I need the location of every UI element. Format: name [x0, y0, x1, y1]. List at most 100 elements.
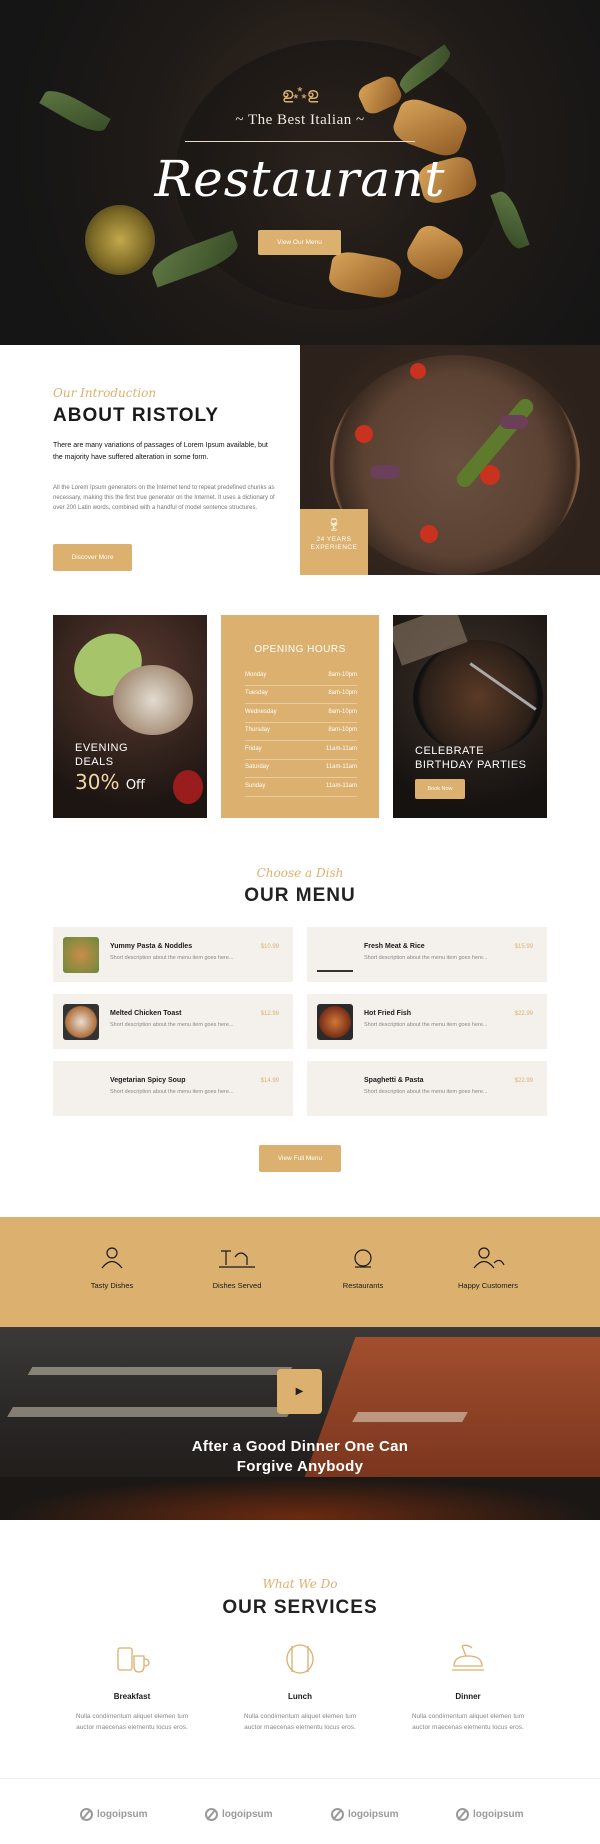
services-title: OUR SERVICES	[222, 1597, 378, 1618]
discover-more-button[interactable]: Discover More	[53, 544, 132, 571]
video-quote: After a Good Dinner One Can Forgive Anyb…	[0, 1437, 600, 1477]
service-description: Nulla condimentum aliquet elemen tum auct…	[225, 1711, 375, 1733]
menu-item-price: $14.99	[260, 1078, 279, 1084]
stat-dishes-served: Dishes Served	[177, 1247, 297, 1290]
about-title: ABOUT RISTOLY	[53, 405, 220, 426]
stat-label: Happy Customers	[457, 1281, 519, 1290]
logo-text: logoipsum	[222, 1809, 273, 1821]
menu-item-description: Short description about the menu item go…	[364, 1022, 488, 1028]
service-title: Breakfast	[113, 1692, 151, 1701]
hours-time: 8am-10pm	[328, 727, 357, 733]
opening-hours-card: OPENING HOURS Monday 8am-10pm Tuesday 8am-…	[221, 615, 379, 818]
mushroom-pan-image	[413, 640, 543, 755]
evening-deals-card[interactable]: EVENING DEALS 30% Off	[53, 615, 207, 818]
hours-time: 8am-10pm	[328, 672, 357, 678]
play-video-button[interactable]: ▶	[277, 1369, 322, 1414]
view-full-menu-button[interactable]: View Full Menu	[259, 1145, 341, 1172]
service-description-line1: Nulla condimentum aliquet elemen tum	[75, 1713, 189, 1720]
strawberry-image	[173, 770, 203, 804]
menu-item-name: Melted Chicken Toast	[110, 1010, 182, 1017]
discount-suffix: Off	[125, 778, 146, 793]
about-intro-label: Our Introduction	[53, 386, 157, 400]
stat-label: Tasty Dishes	[90, 1281, 134, 1290]
experience-badge: 🍷︎ 24 YEARS EXPERIENCE	[300, 509, 368, 575]
herb-image	[39, 83, 111, 139]
menu-item-name: Yummy Pasta & Noddles	[110, 943, 193, 950]
discount-value: 30%	[75, 770, 120, 794]
hours-row: Tuesday 8am-10pm	[245, 686, 357, 704]
book-now-button[interactable]: Book Now	[415, 779, 465, 799]
menu-item[interactable]: Vegetarian Spicy Soup $14.99 Short descr…	[53, 1061, 293, 1116]
dinner-icon	[452, 1644, 484, 1671]
menu-item-description: Short description about the menu item go…	[110, 955, 234, 961]
tomato-image	[420, 525, 438, 543]
stat-restaurants: Restaurants	[303, 1247, 423, 1290]
menu-item-price: $15.99	[514, 944, 533, 950]
hours-row: Wednesday 8am-10pm	[245, 705, 357, 723]
service-title: Lunch	[288, 1692, 312, 1701]
hours-day: Saturday	[245, 764, 270, 770]
menu-item-price: $22.99	[514, 1011, 533, 1017]
tray-image	[27, 1367, 293, 1375]
hours-time: 11am-11am	[325, 783, 357, 789]
hours-day: Wednesday	[245, 709, 277, 715]
tomato-image	[410, 363, 426, 379]
hours-day: Tuesday	[245, 690, 268, 696]
partner-logo[interactable]: logoipsum	[205, 1808, 273, 1824]
stat-label: Dishes Served	[212, 1281, 262, 1290]
stat-label: Restaurants	[342, 1281, 384, 1290]
cloche-icon	[354, 1249, 372, 1268]
service-description-line2: auctor maecenas elementu locus eros.	[244, 1724, 356, 1731]
partner-logo[interactable]: logoipsum	[331, 1808, 399, 1824]
hours-row: Saturday 11am-11am	[245, 760, 357, 778]
service-description: Nulla condimentum aliquet elemen tum auct…	[57, 1711, 207, 1733]
menu-item[interactable]: Spaghetti & Pasta $22.99 Short descripti…	[307, 1061, 547, 1116]
service-breakfast: Breakfast Nulla condimentum aliquet elem…	[57, 1642, 207, 1733]
logo-icon	[331, 1808, 344, 1821]
chef-icon	[101, 1247, 123, 1269]
dishes-icon	[219, 1250, 255, 1268]
olive-oil-bowl-image	[85, 205, 155, 275]
video-section: ▶ After a Good Dinner One Can Forgive An…	[0, 1327, 600, 1520]
hero-subtitle: ~ The Best Italian ~	[235, 112, 365, 128]
stats-bar: Tasty Dishes Dishes Served Restaurants H…	[0, 1217, 600, 1327]
menu-item[interactable]: Yummy Pasta & Noddles $10.99 Short descr…	[53, 927, 293, 982]
menu-item[interactable]: Melted Chicken Toast $12.99 Short descri…	[53, 994, 293, 1049]
eggplant-image	[500, 415, 528, 429]
about-lead-text: There are many variations of passages of…	[53, 442, 268, 461]
lunch-icon	[286, 1644, 314, 1674]
services-intro-label: What We Do	[262, 1577, 338, 1591]
service-description-line1: Nulla condimentum aliquet elemen tum	[411, 1713, 525, 1720]
menu-item[interactable]: Fresh Meat & Rice $15.99 Short descripti…	[307, 927, 547, 982]
menu-item-description: Short description about the menu item go…	[364, 955, 488, 961]
menu-item-name: Spaghetti & Pasta	[364, 1077, 424, 1084]
hero-section: ഉ⁂ഉ ~ The Best Italian ~ Restaurant View…	[0, 0, 600, 345]
service-description-line2: auctor maecenas elementu locus eros.	[412, 1724, 524, 1731]
partner-logo[interactable]: logoipsum	[456, 1808, 524, 1824]
hours-time: 11am-11am	[325, 746, 357, 752]
menu-item[interactable]: Hot Fried Fish $22.99 Short description …	[307, 994, 547, 1049]
tray-image	[7, 1407, 293, 1417]
menu-item-description: Short description about the menu item go…	[364, 1089, 488, 1095]
discount-text: 30% Off	[75, 770, 145, 794]
logo-icon	[80, 1808, 93, 1821]
section-divider	[0, 1778, 600, 1779]
menu-item-price: $12.99	[260, 1011, 279, 1017]
customer-icon	[473, 1247, 505, 1269]
hours-day: Thursday	[245, 727, 271, 733]
dessert-image	[113, 665, 193, 735]
hours-row: Sunday 11am-11am	[245, 779, 357, 797]
menu-item-name: Vegetarian Spicy Soup	[110, 1077, 186, 1084]
logo-text: logoipsum	[348, 1809, 399, 1821]
menu-item-thumbnail	[63, 937, 99, 973]
partner-logo[interactable]: logoipsum	[80, 1808, 148, 1824]
menu-item-description: Short description about the menu item go…	[110, 1089, 234, 1095]
opening-hours-title: OPENING HOURS	[254, 644, 346, 655]
view-menu-button[interactable]: View Our Menu	[258, 230, 341, 255]
birthday-parties-card[interactable]: CELEBRATE BIRTHDAY PARTIES Book Now	[393, 615, 547, 818]
hours-time: 8am-10pm	[328, 690, 357, 696]
service-description-line1: Nulla condimentum aliquet elemen tum	[243, 1713, 357, 1720]
quote-line1: After a Good Dinner One Can	[191, 1438, 409, 1455]
hours-day: Sunday	[245, 783, 266, 789]
logo-icon	[456, 1808, 469, 1821]
